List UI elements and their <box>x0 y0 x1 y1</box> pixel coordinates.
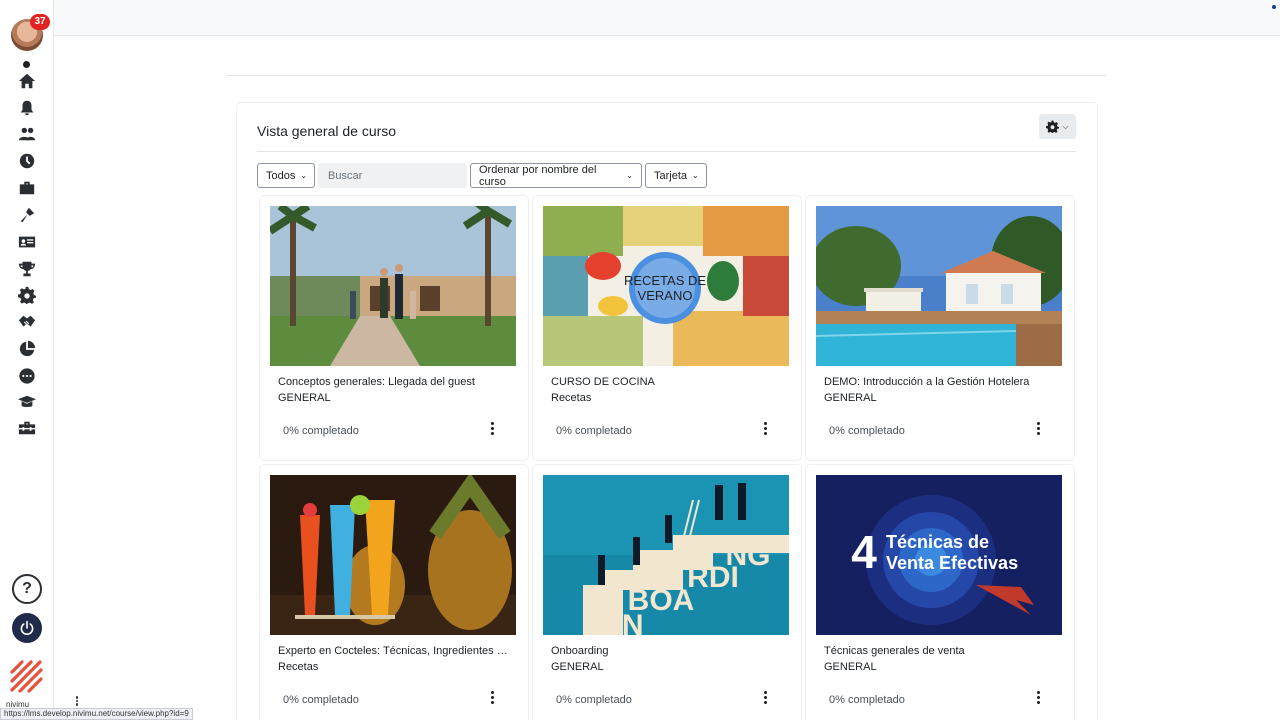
course-category: Recetas <box>278 661 319 673</box>
graduation-cap-icon[interactable] <box>17 392 37 412</box>
image-text-line-2: Venta Efectivas <box>886 553 1018 573</box>
pie-chart-icon[interactable] <box>17 339 37 359</box>
course-card[interactable]: RECETAS DE VERANO CURSO DE COCINA Receta… <box>533 196 801 460</box>
help-button[interactable]: ? <box>12 574 42 604</box>
gear-icon <box>1046 120 1060 133</box>
course-actions-menu[interactable] <box>759 420 771 436</box>
course-actions-menu[interactable] <box>1032 420 1044 436</box>
course-image[interactable]: NG RDI BOA ON <box>543 475 789 635</box>
status-bar-url: https://lms.develop.nivimu.net/course/vi… <box>0 708 193 720</box>
logout-button[interactable] <box>12 613 42 643</box>
course-category: GENERAL <box>824 392 877 404</box>
image-text-on: ON <box>599 609 644 635</box>
course-progress: 0% completado <box>283 694 359 706</box>
course-name[interactable]: DEMO: Introducción a la Gestión Hotelera <box>824 376 1056 388</box>
sort-dropdown[interactable]: Ordenar por nombre del curso ⌄ <box>470 163 642 188</box>
block-divider <box>257 151 1076 152</box>
course-card[interactable]: 4 Técnicas de Venta Efectivas Técnicas g… <box>806 465 1074 720</box>
chevron-down-icon: ⌄ <box>626 171 633 180</box>
course-image[interactable] <box>270 475 516 635</box>
sidebar: 37 ? nivimu <box>0 0 54 720</box>
trophy-icon[interactable] <box>17 259 37 279</box>
block-title: Vista general de curso <box>257 123 397 139</box>
sort-label: Ordenar por nombre del curso <box>479 163 597 188</box>
course-progress: 0% completado <box>829 425 905 437</box>
grouping-dropdown[interactable]: Todos ⌄ <box>257 163 315 188</box>
image-text-line-2: VERANO <box>638 288 693 303</box>
course-actions-menu[interactable] <box>759 689 771 705</box>
chevron-down-icon: ⌄ <box>692 171 699 180</box>
course-name[interactable]: Experto en Cocteles: Técnicas, Ingredien… <box>278 645 510 657</box>
course-category: GENERAL <box>278 392 331 404</box>
handshake-icon[interactable] <box>17 312 37 332</box>
gear-icon[interactable] <box>17 285 37 305</box>
course-image[interactable] <box>270 206 516 366</box>
home-icon[interactable] <box>17 71 37 91</box>
toolbox-icon[interactable] <box>17 418 37 438</box>
course-image[interactable]: 4 Técnicas de Venta Efectivas <box>816 475 1062 635</box>
top-navbar <box>54 0 1280 36</box>
course-card[interactable]: DEMO: Introducción a la Gestión Hotelera… <box>806 196 1074 460</box>
course-card[interactable]: Experto en Cocteles: Técnicas, Ingredien… <box>260 465 528 720</box>
block-settings-button[interactable]: ⌵ <box>1039 114 1076 139</box>
status-dot <box>23 61 30 68</box>
bell-icon[interactable] <box>17 98 37 118</box>
course-progress: 0% completado <box>829 694 905 706</box>
course-card[interactable]: Conceptos generales: Llegada del guest G… <box>260 196 528 460</box>
course-name[interactable]: Onboarding <box>551 645 783 657</box>
image-text-rdi: RDI <box>687 561 739 594</box>
clock-icon[interactable] <box>17 151 37 171</box>
image-text-line-1: RECETAS DE <box>624 273 706 288</box>
course-image[interactable]: RECETAS DE VERANO <box>543 206 789 366</box>
image-text-number: 4 <box>851 526 877 578</box>
course-progress: 0% completado <box>556 694 632 706</box>
chevron-down-icon: ⌵ <box>1062 121 1069 131</box>
course-actions-menu[interactable] <box>486 420 498 436</box>
top-indicator-dot <box>1272 5 1276 9</box>
course-category: Recetas <box>551 392 592 404</box>
course-progress: 0% completado <box>556 425 632 437</box>
course-category: GENERAL <box>551 661 604 673</box>
users-icon[interactable] <box>17 124 37 144</box>
tools-icon[interactable] <box>17 205 37 225</box>
view-label: Tarjeta <box>654 169 688 182</box>
header-divider <box>226 75 1107 76</box>
view-dropdown[interactable]: Tarjeta ⌄ <box>645 163 707 188</box>
course-card[interactable]: NG RDI BOA ON Onboarding GENERAL 0% comp… <box>533 465 801 720</box>
notification-badge: 37 <box>30 14 50 30</box>
course-name[interactable]: CURSO DE COCINA <box>551 376 783 388</box>
search-input[interactable] <box>318 163 467 188</box>
course-image[interactable] <box>816 206 1062 366</box>
brand-logo-icon <box>10 660 43 693</box>
chat-icon[interactable] <box>17 366 37 386</box>
image-text-line-1: Técnicas de <box>886 532 989 552</box>
chevron-down-icon: ⌄ <box>300 171 308 180</box>
id-card-icon[interactable] <box>17 232 37 252</box>
grouping-label: Todos <box>266 169 296 182</box>
briefcase-icon[interactable] <box>17 178 37 198</box>
course-actions-menu[interactable] <box>486 689 498 705</box>
course-actions-menu[interactable] <box>1032 689 1044 705</box>
course-progress: 0% completado <box>283 425 359 437</box>
power-icon <box>20 620 34 635</box>
course-name[interactable]: Conceptos generales: Llegada del guest <box>278 376 510 388</box>
more-options-icon[interactable] <box>75 696 79 708</box>
course-category: GENERAL <box>824 661 877 673</box>
course-name[interactable]: Técnicas generales de venta <box>824 645 1056 657</box>
